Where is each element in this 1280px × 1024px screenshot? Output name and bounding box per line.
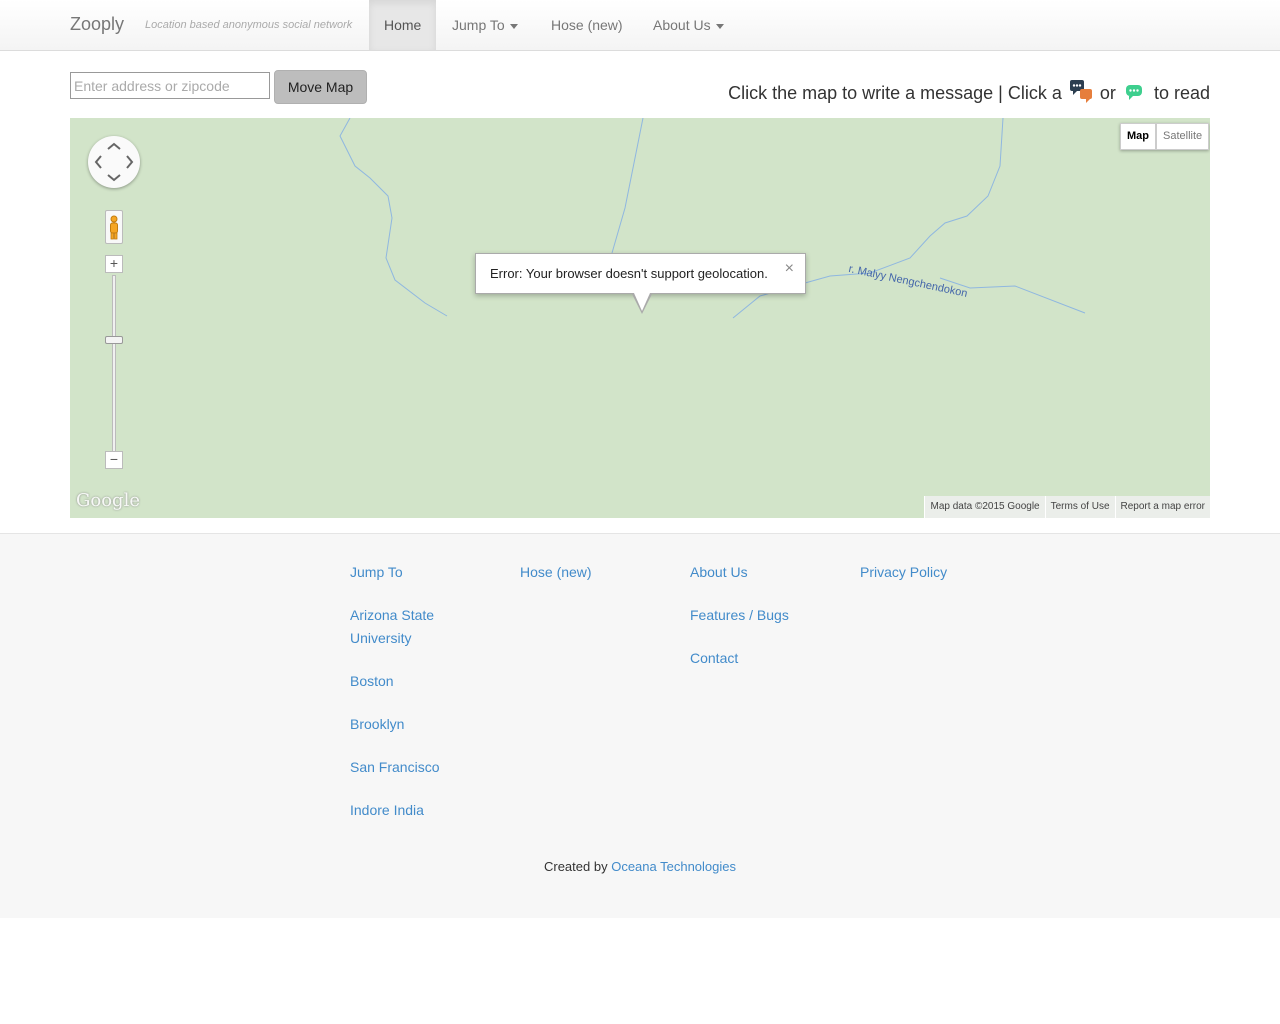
credit-prefix: Created by	[543, 859, 608, 874]
infowindow-tail-fill	[634, 293, 650, 311]
brand-tagline: Location based anonymous social network	[145, 19, 353, 31]
pan-control[interactable]	[88, 136, 140, 188]
nav-about-us-label: About Us	[653, 17, 711, 33]
caret-down-icon	[509, 23, 518, 29]
map-data-text: Map data ©2015 Google	[924, 496, 1045, 518]
terms-of-use-link[interactable]: Terms of Use	[1044, 496, 1115, 518]
pan-arrows-icon	[94, 142, 134, 182]
green-chat-icon	[1123, 81, 1147, 103]
zoom-slider-track[interactable]	[112, 275, 116, 453]
map-type-control: Map Satellite	[1120, 123, 1210, 150]
map-rivers	[339, 118, 1086, 319]
footer-link-contact[interactable]: Contact	[690, 647, 810, 670]
navbar: Zooply Location based anonymous social n…	[0, 0, 1280, 51]
nav-home-label: Home	[384, 17, 422, 33]
footer-col-about: About Us Features / Bugs Contact	[690, 561, 810, 690]
nav-jump-to[interactable]: Jump To	[437, 0, 533, 50]
footer-link-hose[interactable]: Hose (new)	[520, 561, 640, 584]
instructions-text-1: Click the map to write a message | Click…	[728, 83, 1062, 103]
footer: Jump To Arizona State University Boston …	[0, 533, 1280, 918]
address-input[interactable]	[70, 72, 270, 99]
footer-col-privacy: Privacy Policy	[860, 561, 980, 604]
footer-credit: Created by Oceana Technologies	[0, 859, 1280, 874]
map-instructions: Click the map to write a message | Click…	[728, 79, 1210, 104]
chat-bubbles-icon	[1069, 79, 1093, 103]
nav-hose[interactable]: Hose (new)	[536, 0, 638, 50]
close-icon[interactable]: ×	[785, 260, 794, 278]
footer-link-jump-to[interactable]: Jump To	[350, 561, 470, 584]
footer-link-indore-india[interactable]: Indore India	[350, 799, 470, 822]
map-canvas[interactable]: r. Malyy Nengchendokon + − Map Satellite…	[70, 118, 1210, 518]
zoom-slider-handle[interactable]	[105, 336, 123, 344]
move-map-button[interactable]: Move Map	[274, 70, 367, 104]
nav-about-us[interactable]: About Us	[638, 0, 739, 50]
footer-col-hose: Hose (new)	[520, 561, 640, 604]
footer-link-about-us[interactable]: About Us	[690, 561, 810, 584]
map-attribution: Map data ©2015 Google Terms of Use Repor…	[924, 496, 1210, 518]
map-type-satellite-button[interactable]: Satellite	[1156, 123, 1210, 150]
infowindow-message: Error: Your browser doesn't support geol…	[490, 266, 768, 281]
instructions-text-3: to read	[1153, 83, 1210, 103]
geolocation-error-infowindow: Error: Your browser doesn't support geol…	[475, 253, 806, 314]
zoom-in-button[interactable]: +	[105, 255, 123, 273]
nav-jump-to-label: Jump To	[452, 17, 505, 33]
map-type-map-button[interactable]: Map	[1120, 123, 1156, 150]
footer-link-arizona-state[interactable]: Arizona State University	[350, 604, 470, 650]
report-map-error-link[interactable]: Report a map error	[1114, 496, 1210, 518]
footer-link-boston[interactable]: Boston	[350, 670, 470, 693]
nav-home[interactable]: Home	[369, 0, 437, 50]
caret-down-icon	[715, 23, 724, 29]
footer-link-brooklyn[interactable]: Brooklyn	[350, 713, 470, 736]
google-logo[interactable]: Google	[76, 490, 140, 511]
street-view-pegman-icon[interactable]	[105, 210, 123, 244]
brand-logo[interactable]: Zooply	[70, 14, 124, 35]
footer-col-jump-to: Jump To Arizona State University Boston …	[350, 561, 470, 842]
footer-link-san-francisco[interactable]: San Francisco	[350, 756, 470, 779]
nav-hose-label: Hose (new)	[551, 17, 623, 33]
zoom-out-button[interactable]: −	[105, 451, 123, 469]
instructions-text-2: or	[1099, 83, 1116, 103]
credit-link[interactable]: Oceana Technologies	[611, 859, 736, 874]
footer-link-privacy-policy[interactable]: Privacy Policy	[860, 561, 980, 584]
footer-link-features-bugs[interactable]: Features / Bugs	[690, 604, 810, 627]
